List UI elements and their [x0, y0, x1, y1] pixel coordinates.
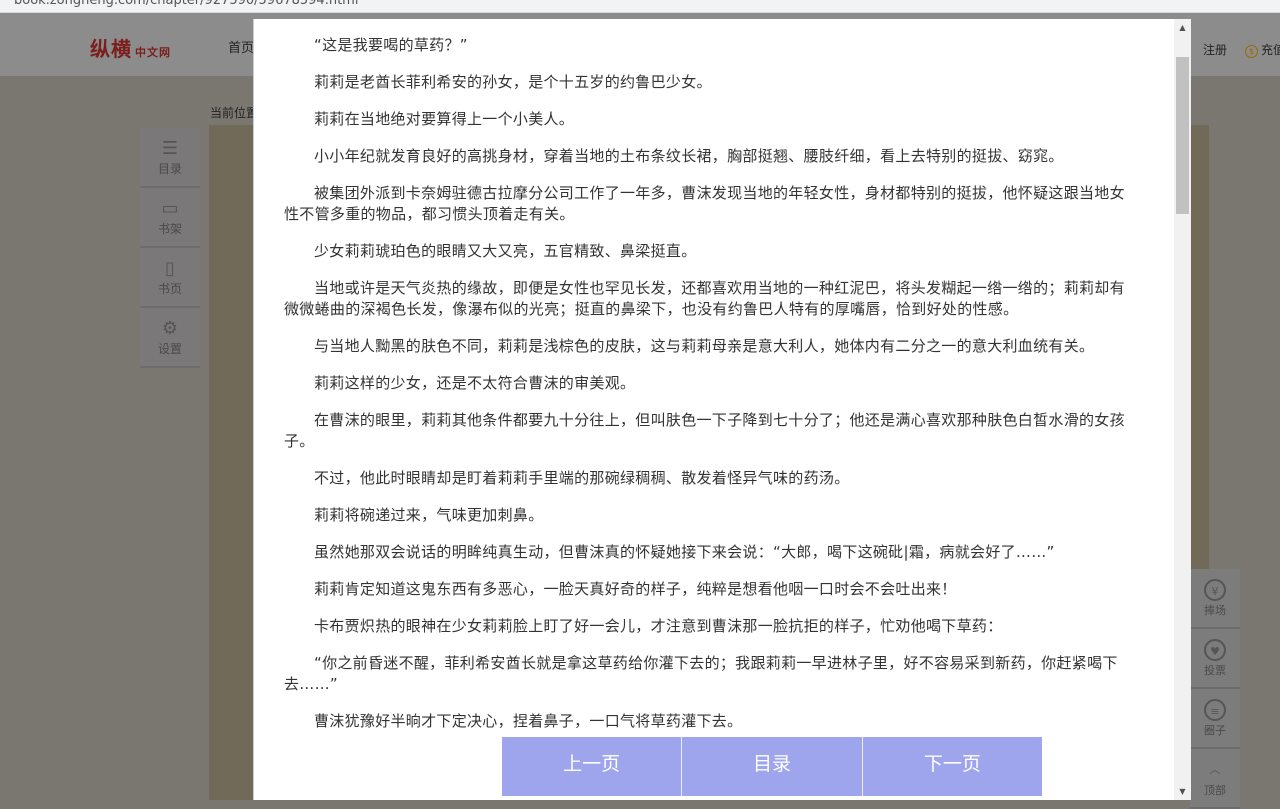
breadcrumb: 当前位置	[210, 106, 259, 120]
toolbar-settings-label: 设置	[157, 342, 182, 356]
next-page-button[interactable]: 下一页	[863, 737, 1042, 796]
paragraph: 被集团外派到卡奈姆驻德古拉摩分公司工作了一年多，曹沫发现当地的年轻女性，身材都特…	[284, 184, 1125, 223]
nav-home-link[interactable]: 首页	[228, 37, 254, 56]
toolbar-toc-button[interactable]: ☰ 目录	[140, 128, 200, 188]
toolbar-bookshelf-button[interactable]: ▭ 书架	[140, 188, 200, 248]
recharge-link[interactable]: $ 充值	[1245, 41, 1280, 58]
toolbar-bookpage-label: 书页	[157, 282, 182, 296]
paragraph: 在曹沫的眼里，莉莉其他条件都要九十分往上，但叫肤色一下子降到七十分了；他还是满心…	[284, 411, 1125, 450]
yuan-icon: ¥	[1204, 579, 1226, 601]
paragraph: 莉莉这样的少女，还是不太符合曹沫的审美观。	[314, 374, 636, 392]
circle-label: 圈子	[1204, 724, 1226, 737]
paragraph: 不过，他此时眼睛却是盯着莉莉手里端的那碗绿稠稠、散发着怪异气味的药汤。	[314, 469, 850, 487]
paragraph: “你之前昏迷不醒，菲利希安酋长就是拿这草药给你灌下去的；我跟莉莉一早进林子里，好…	[284, 654, 1118, 693]
toolbar-bookpage-button[interactable]: ▯ 书页	[140, 248, 200, 308]
toolbar-toc-label: 目录	[157, 162, 182, 176]
right-toolbar: ¥ 捧场 ♥ 投票 ≡ 圈子 ︿ 顶部	[1190, 569, 1240, 809]
browser-url-bar[interactable]: book.zongheng.com/chapter/927590/5967859…	[0, 0, 1280, 13]
logo-text: 纵横	[90, 37, 132, 61]
circle-button[interactable]: ≡ 圈子	[1190, 689, 1240, 749]
back-to-top-button[interactable]: ︿ 顶部	[1190, 749, 1240, 809]
paragraph: 小小年纪就发育良好的高挑身材，穿着当地的土布条纹长裙，胸部挺翘、腰肢纤细，看上去…	[314, 147, 1064, 165]
toolbar-bookshelf-label: 书架	[157, 222, 182, 236]
coin-icon: $	[1245, 45, 1258, 58]
gear-icon: ⚙	[161, 318, 179, 339]
bookshelf-icon: ▭	[161, 198, 179, 219]
toc-button[interactable]: 目录	[682, 737, 863, 796]
support-button[interactable]: ¥ 捧场	[1190, 569, 1240, 629]
paragraph: 莉莉将碗递过来，气味更加刺鼻。	[314, 506, 544, 524]
comment-icon: ≡	[1204, 699, 1226, 721]
paragraph: 虽然她那双会说话的明眸纯真生动，但曹沫真的怀疑她接下来会说：“大郎，喝下这碗砒|…	[314, 543, 1055, 561]
paragraph: 莉莉是老酋长菲利希安的孙女，是个十五岁的约鲁巴少女。	[314, 73, 712, 91]
paragraph: 曹沫犹豫好半晌才下定决心，捏着鼻子，一口气将草药灌下去。	[314, 712, 743, 730]
paragraph: 莉莉在当地绝对要算得上一个小美人。	[314, 110, 575, 128]
paragraph: 莉莉肯定知道这鬼东西有多恶心，一脸天真好奇的样子，纯粹是想看他咽一口时会不会吐出…	[314, 580, 957, 598]
paragraph: 卡布贾炽热的眼神在少女莉莉脸上盯了好一会儿，才注意到曹沫那一脸抗拒的样子，忙劝他…	[314, 617, 1003, 635]
book-page-icon: ▯	[165, 258, 175, 279]
vote-button[interactable]: ♥ 投票	[1190, 629, 1240, 689]
scroll-down-arrow-icon[interactable]: ▼	[1174, 783, 1191, 800]
list-icon: ☰	[161, 138, 179, 159]
prev-page-button[interactable]: 上一页	[502, 737, 683, 796]
chapter-pager: 上一页 目录 下一页	[502, 737, 1042, 796]
paragraph: 与当地人黝黑的肤色不同，莉莉是浅棕色的皮肤，这与莉莉母亲是意大利人，她体内有二分…	[314, 337, 1095, 355]
back-to-top-label: 顶部	[1204, 784, 1226, 797]
left-toolbar: ☰ 目录 ▭ 书架 ▯ 书页 ⚙ 设置	[140, 128, 200, 368]
vote-label: 投票	[1204, 664, 1226, 677]
paragraph: 少女莉莉琥珀色的眼睛又大又亮，五官精致、鼻梁挺直。	[314, 242, 697, 260]
paragraph: 当地或许是天气炎热的缘故，即便是女性也罕见长发，还都喜欢用当地的一种红泥巴，将头…	[284, 279, 1125, 318]
reading-modal: “这是我要喝的草药？” 莉莉是老酋长菲利希安的孙女，是个十五岁的约鲁巴少女。 莉…	[253, 19, 1191, 800]
register-link[interactable]: 注册	[1203, 41, 1227, 58]
chapter-content: “这是我要喝的草药？” 莉莉是老酋长菲利希安的孙女，是个十五岁的约鲁巴少女。 莉…	[284, 19, 1136, 800]
scrollbar-thumb[interactable]	[1176, 57, 1189, 214]
logo-subtext: 中文网	[135, 46, 171, 59]
recharge-label: 充值	[1261, 43, 1280, 57]
url-text[interactable]: book.zongheng.com/chapter/927590/5967859…	[14, 0, 358, 8]
support-label: 捧场	[1204, 604, 1226, 617]
toolbar-settings-button[interactable]: ⚙ 设置	[140, 308, 200, 368]
scroll-up-arrow-icon[interactable]: ▲	[1174, 19, 1191, 36]
site-logo[interactable]: 纵横 中文网	[90, 33, 171, 62]
chevron-up-icon: ︿	[1209, 763, 1221, 776]
paragraph: “这是我要喝的草药？”	[314, 36, 468, 54]
vertical-scrollbar[interactable]: ▲ ▼	[1174, 19, 1191, 800]
ticket-icon: ♥	[1204, 639, 1226, 661]
